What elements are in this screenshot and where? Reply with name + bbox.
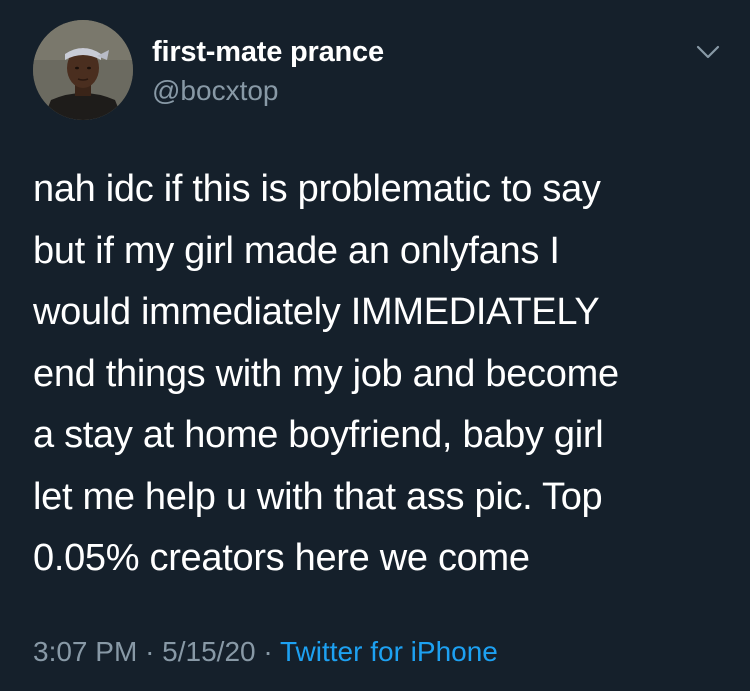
tweet-text-line: would immediately IMMEDIATELY xyxy=(33,291,600,333)
tweet-meta: 3:07 PM · 5/15/20 · Twitter for iPhone xyxy=(33,636,498,668)
tweet-text-line: 0.05% creators here we come xyxy=(33,537,530,579)
tweet-text-line: end things with my job and become xyxy=(33,352,619,395)
tweet-text: nah idc if this is problematic to say bu… xyxy=(33,159,733,590)
tweet-source-link[interactable]: Twitter for iPhone xyxy=(280,636,498,667)
tweet-text-line: a stay at home boyfriend, baby girl xyxy=(33,414,604,456)
meta-separator: · xyxy=(145,636,155,667)
tweet-text-line: let me help u with that ass pic. Top xyxy=(33,475,603,518)
tweet-text-line: but if my girl made an onlyfans I xyxy=(33,229,560,272)
tweet-date[interactable]: 5/15/20 xyxy=(162,636,255,667)
meta-separator: · xyxy=(263,636,273,667)
avatar[interactable] xyxy=(33,20,133,120)
display-name[interactable]: first-mate prance xyxy=(152,36,384,69)
profile-photo-icon xyxy=(33,20,133,120)
user-handle[interactable]: @bocxtop xyxy=(152,75,279,107)
chevron-down-icon[interactable] xyxy=(692,36,724,68)
tweet-time[interactable]: 3:07 PM xyxy=(33,636,137,667)
tweet-text-line: nah idc if this is problematic to say xyxy=(33,168,601,210)
tweet-card: first-mate prance @bocxtop nah idc if th… xyxy=(0,0,750,691)
